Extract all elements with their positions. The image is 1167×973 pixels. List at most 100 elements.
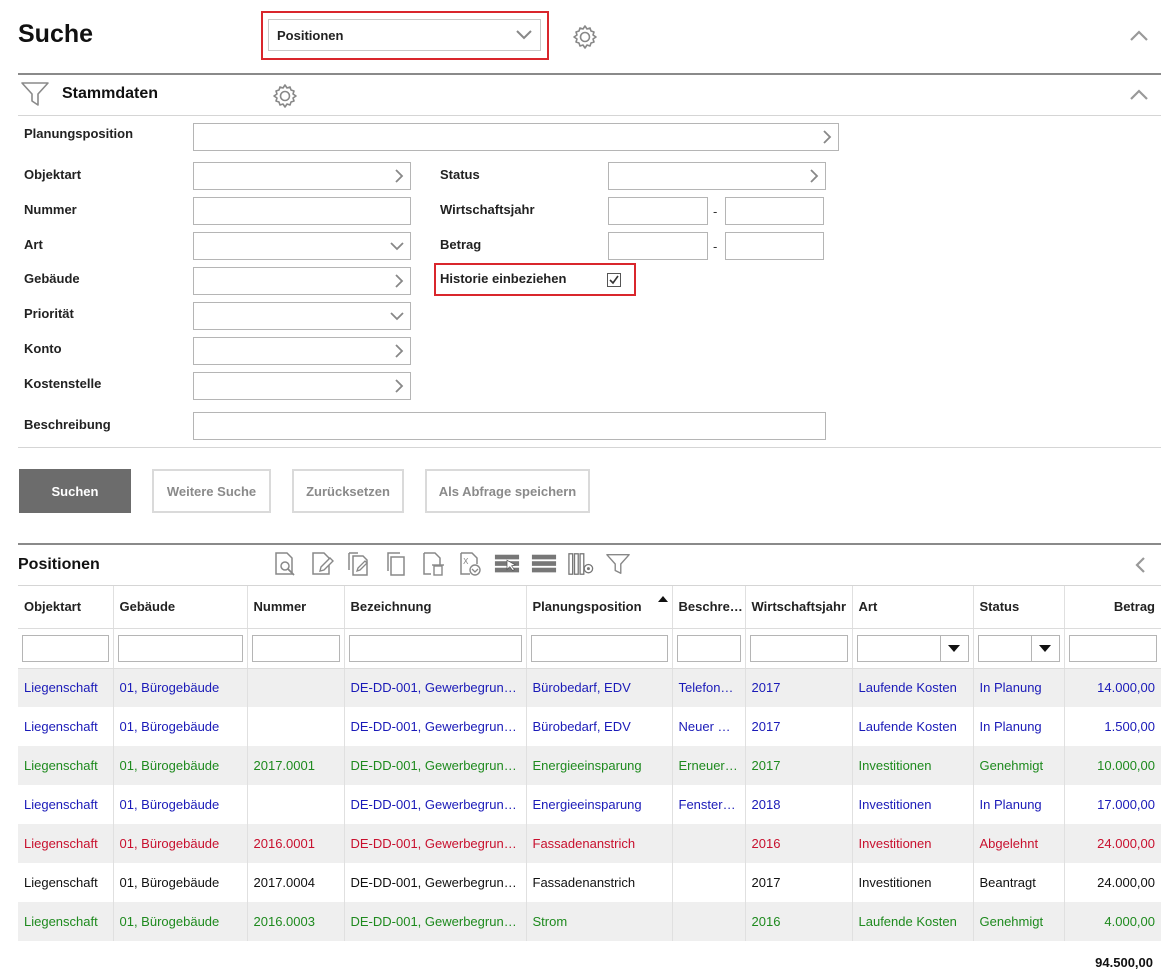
als-abfrage-speichern-button[interactable]: Als Abfrage speichern — [425, 469, 590, 513]
table-row[interactable]: Liegenschaft 01, Bürogebäude 2016.0003 DE-D… — [18, 902, 1161, 941]
chevron-right-icon[interactable] — [394, 379, 404, 393]
chevron-right-icon[interactable] — [822, 130, 832, 144]
konto-input[interactable] — [193, 337, 411, 365]
prioritaet-select[interactable] — [193, 302, 411, 330]
column-header[interactable]: Art — [851, 586, 973, 629]
table-cell: Fenster … — [671, 785, 745, 824]
column-header[interactable]: Bezeichnung — [343, 586, 526, 629]
copy-edit-icon[interactable] — [346, 551, 372, 577]
table-cell: Liegenschaft — [18, 824, 113, 863]
gebaeude-input[interactable] — [193, 267, 411, 295]
column-header[interactable]: Status — [972, 586, 1064, 629]
table-cell: Liegenschaft — [18, 902, 113, 941]
table-cell: DE-DD-001, Gewerbegrund… — [343, 668, 526, 707]
stammdaten-title: Stammdaten — [62, 85, 159, 102]
funnel-icon[interactable] — [605, 551, 631, 577]
funnel-icon — [20, 80, 50, 111]
filter-select[interactable] — [977, 634, 1060, 662]
table-cell: 2016 — [744, 824, 852, 863]
betrag-to-input[interactable] — [725, 232, 824, 260]
filter-select[interactable] — [856, 634, 969, 662]
status-input[interactable] — [608, 162, 826, 190]
table-cell: Bürobedarf, EDV — [525, 668, 672, 707]
results-toolbar: X — [272, 551, 631, 577]
table-row[interactable]: Liegenschaft 01, Bürogebäude DE-DD-001, Ge… — [18, 785, 1161, 824]
filter-input[interactable] — [530, 634, 668, 662]
zuruecksetzen-button[interactable]: Zurücksetzen — [292, 469, 404, 513]
table-cell: 01, Bürogebäude — [112, 863, 247, 902]
export-icon[interactable]: X — [457, 551, 483, 577]
rows-icon[interactable] — [531, 551, 557, 577]
column-header-sorted[interactable]: Planungsposition — [525, 586, 672, 629]
column-header[interactable]: Gebäude — [112, 586, 247, 629]
copy-icon[interactable] — [383, 551, 409, 577]
column-header[interactable]: Wirtschaftsjahr — [744, 586, 852, 629]
chevron-up-icon[interactable] — [1130, 29, 1148, 44]
table-cell: Laufende Kosten — [851, 707, 973, 746]
table-cell: 2017 — [744, 863, 852, 902]
filter-input[interactable] — [117, 634, 243, 662]
wirtschaftsjahr-from-input[interactable] — [608, 197, 708, 225]
label-planungsposition: Planungsposition — [24, 126, 134, 141]
objektart-input[interactable] — [193, 162, 411, 190]
wirtschaftsjahr-to-input[interactable] — [725, 197, 824, 225]
column-header[interactable]: Betrag — [1063, 586, 1161, 629]
suchen-button[interactable]: Suchen — [19, 469, 131, 513]
column-header[interactable]: Objektart — [18, 586, 113, 629]
chevron-right-icon[interactable] — [394, 169, 404, 183]
column-settings-icon[interactable] — [568, 551, 594, 577]
table-cell: 2016 — [744, 902, 852, 941]
filter-input[interactable] — [251, 634, 340, 662]
select-rows-icon[interactable] — [494, 551, 520, 577]
chevron-right-icon[interactable] — [394, 344, 404, 358]
caret-down-icon — [948, 644, 960, 652]
table-row[interactable]: Liegenschaft 01, Bürogebäude 2017.0001 DE-D… — [18, 746, 1161, 785]
art-select[interactable] — [193, 232, 411, 260]
chevron-right-icon[interactable] — [809, 169, 819, 183]
gear-icon[interactable] — [571, 23, 599, 54]
betrag-from-input[interactable] — [608, 232, 708, 260]
filter-input[interactable] — [348, 634, 522, 662]
filter-input[interactable] — [749, 634, 848, 662]
table-cell: 01, Bürogebäude — [112, 902, 247, 941]
chevron-down-icon — [390, 311, 404, 320]
table-cell: DE-DD-001, Gewerbegrund… — [343, 863, 526, 902]
planungsposition-input[interactable] — [193, 123, 839, 151]
column-header[interactable]: Beschre… — [671, 586, 745, 629]
column-header-label: Planungsposition — [532, 599, 642, 615]
historie-checkbox[interactable] — [607, 273, 621, 287]
table-cell: DE-DD-001, Gewerbegrund… — [343, 707, 526, 746]
table-cell — [246, 785, 344, 824]
gear-icon[interactable] — [271, 82, 299, 113]
table-row[interactable]: Liegenschaft 01, Bürogebäude 2016.0001 DE-D… — [18, 824, 1161, 863]
chevron-right-icon[interactable] — [394, 274, 404, 288]
beschreibung-input[interactable] — [193, 412, 826, 440]
table-row[interactable]: Liegenschaft 01, Bürogebäude DE-DD-001, Ge… — [18, 668, 1161, 707]
search-type-select[interactable]: Positionen — [268, 19, 541, 51]
view-details-icon[interactable] — [272, 551, 298, 577]
table-cell: 14.000,00 — [1063, 668, 1161, 707]
filter-input[interactable] — [1068, 634, 1157, 662]
filter-input[interactable] — [676, 634, 741, 662]
form-divider — [18, 447, 1161, 448]
table-cell: In Planung — [972, 707, 1064, 746]
table-cell: Investitionen — [851, 746, 973, 785]
kostenstelle-input[interactable] — [193, 372, 411, 400]
table-cell: Bürobedarf, EDV — [525, 707, 672, 746]
weitere-suche-button[interactable]: Weitere Suche — [152, 469, 271, 513]
filter-input[interactable] — [22, 634, 109, 662]
chevron-left-icon[interactable] — [1134, 557, 1146, 576]
table-cell: Fassadenanstrich — [525, 824, 672, 863]
chevron-down-icon — [390, 241, 404, 250]
checkmark-icon — [609, 275, 619, 285]
table-row[interactable]: Liegenschaft 01, Bürogebäude 2017.0004 DE-D… — [18, 863, 1161, 902]
table-cell: 2017.0004 — [246, 863, 344, 902]
chevron-up-icon[interactable] — [1130, 88, 1148, 103]
table-row[interactable]: Liegenschaft 01, Bürogebäude DE-DD-001, Ge… — [18, 707, 1161, 746]
nummer-input[interactable] — [193, 197, 411, 225]
edit-icon[interactable] — [309, 551, 335, 577]
table-cell: Telefona… — [671, 668, 745, 707]
column-header[interactable]: Nummer — [246, 586, 344, 629]
table-cell: 01, Bürogebäude — [112, 824, 247, 863]
delete-icon[interactable] — [420, 551, 446, 577]
